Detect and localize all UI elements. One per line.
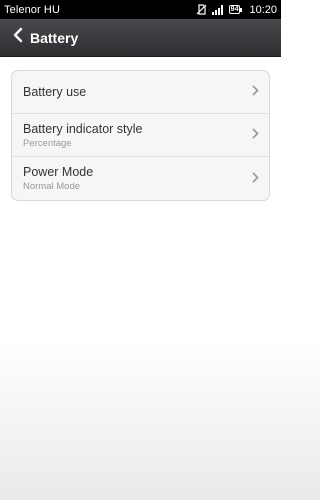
setting-label: Battery indicator style	[23, 121, 143, 136]
setting-power-mode[interactable]: Power Mode Normal Mode	[12, 157, 269, 200]
setting-battery-indicator-style[interactable]: Battery indicator style Percentage	[12, 114, 269, 157]
chevron-right-icon	[252, 170, 259, 188]
setting-label: Battery use	[23, 85, 87, 99]
status-icons: 94 10:20	[196, 4, 277, 16]
setting-battery-use[interactable]: Battery use	[12, 71, 269, 114]
setting-value: Normal Mode	[23, 181, 81, 192]
page-title: Battery	[30, 29, 79, 46]
chevron-left-icon	[13, 27, 23, 48]
signal-icon	[211, 4, 224, 15]
status-bar: Telenor HU 94 10:20	[0, 0, 281, 19]
carrier-name: Telenor HU	[4, 3, 61, 16]
back-button[interactable]	[0, 19, 30, 57]
battery-icon: 94	[228, 5, 243, 14]
chevron-right-icon	[252, 83, 259, 101]
chevron-right-icon	[252, 126, 259, 144]
setting-value: Percentage	[23, 137, 72, 149]
title-bar: Battery	[0, 19, 281, 57]
setting-label: Power Mode	[23, 165, 94, 179]
clock: 10:20	[249, 3, 277, 16]
no-sim-icon	[196, 4, 207, 15]
settings-list: Battery use Battery indicator style Perc…	[11, 70, 270, 201]
